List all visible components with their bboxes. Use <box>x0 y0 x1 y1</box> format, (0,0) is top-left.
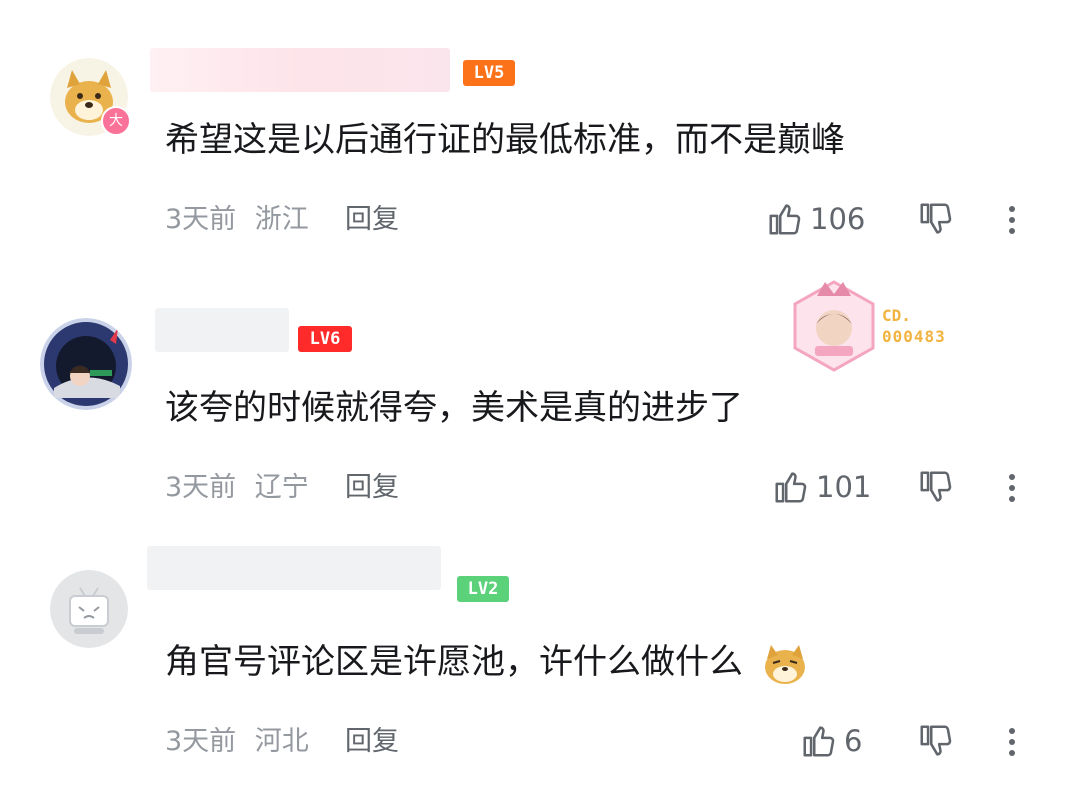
like-count: 101 <box>816 470 872 504</box>
level-badge: LV2 <box>457 576 509 602</box>
comment-text: 该夸的时候就得夸，美术是真的进步了 <box>165 388 743 428</box>
fan-medal-number: 000483 <box>882 327 946 346</box>
comment-item: 大 LV5 希望这是以后通行证的最低标准，而不是巅峰 3天前 浙江 回复 106 <box>0 0 1070 270</box>
username-redacted[interactable] <box>147 546 441 590</box>
comment-meta: 3天前 辽宁 <box>165 470 319 506</box>
comment-item: LV6 CD. 000483 该夸的时候就得夸，美术是真的进步了 3天前 辽宁 … <box>0 270 1070 538</box>
avatar[interactable] <box>40 318 132 410</box>
fan-medal-top-text: CD. <box>882 306 911 325</box>
fan-medal-badge: CD. 000483 <box>787 278 987 373</box>
avatar[interactable] <box>50 570 128 648</box>
comment-text: 角官号评论区是许愿池，许什么做什么 <box>165 640 810 687</box>
doge-emoji <box>764 644 805 684</box>
character-avatar-icon <box>40 318 132 410</box>
more-button[interactable] <box>1000 724 1024 764</box>
comment-text-content: 角官号评论区是许愿池，许什么做什么 <box>165 642 743 682</box>
level-badge: LV5 <box>463 60 515 86</box>
thumb-up-icon <box>803 726 835 757</box>
like-count: 106 <box>810 202 866 236</box>
comment-meta: 3天前 浙江 <box>165 202 319 238</box>
comment-meta: 3天前 河北 <box>165 724 319 760</box>
level-badge: LV6 <box>298 326 352 352</box>
like-button[interactable]: 101 <box>772 468 871 506</box>
comment-text: 希望这是以后通行证的最低标准，而不是巅峰 <box>165 120 845 160</box>
more-button[interactable] <box>1000 202 1024 242</box>
like-count: 6 <box>844 724 863 758</box>
more-vertical-icon <box>1009 728 1015 756</box>
comment-location: 辽宁 <box>254 472 309 503</box>
reply-button[interactable]: 回复 <box>345 724 399 760</box>
thumb-down-icon <box>920 725 952 756</box>
reply-button[interactable]: 回复 <box>345 202 399 238</box>
like-button[interactable]: 106 <box>766 200 865 238</box>
default-tv-avatar-icon <box>50 570 128 648</box>
comment-item: LV2 角官号评论区是许愿池，许什么做什么 3天前 河北 回复 6 <box>0 538 1070 812</box>
more-vertical-icon <box>1009 474 1015 502</box>
vip-badge: 大 <box>101 106 131 136</box>
comment-location: 浙江 <box>254 204 309 235</box>
reply-button[interactable]: 回复 <box>345 470 399 506</box>
username-redacted[interactable] <box>155 308 289 352</box>
username-redacted[interactable] <box>150 48 450 92</box>
more-vertical-icon <box>1009 206 1015 234</box>
thumb-down-icon <box>920 471 952 502</box>
comment-time: 3天前 <box>165 472 237 503</box>
comment-time: 3天前 <box>165 726 237 757</box>
dislike-button[interactable] <box>917 468 955 510</box>
fan-medal-icon <box>793 280 875 372</box>
thumb-down-icon <box>920 203 952 234</box>
comment-time: 3天前 <box>165 204 237 235</box>
thumb-up-icon <box>775 472 807 503</box>
comment-location: 河北 <box>254 726 309 757</box>
like-button[interactable]: 6 <box>800 722 862 760</box>
dislike-button[interactable] <box>917 722 955 764</box>
dislike-button[interactable] <box>917 200 955 242</box>
thumb-up-icon <box>769 204 801 235</box>
more-button[interactable] <box>1000 470 1024 510</box>
